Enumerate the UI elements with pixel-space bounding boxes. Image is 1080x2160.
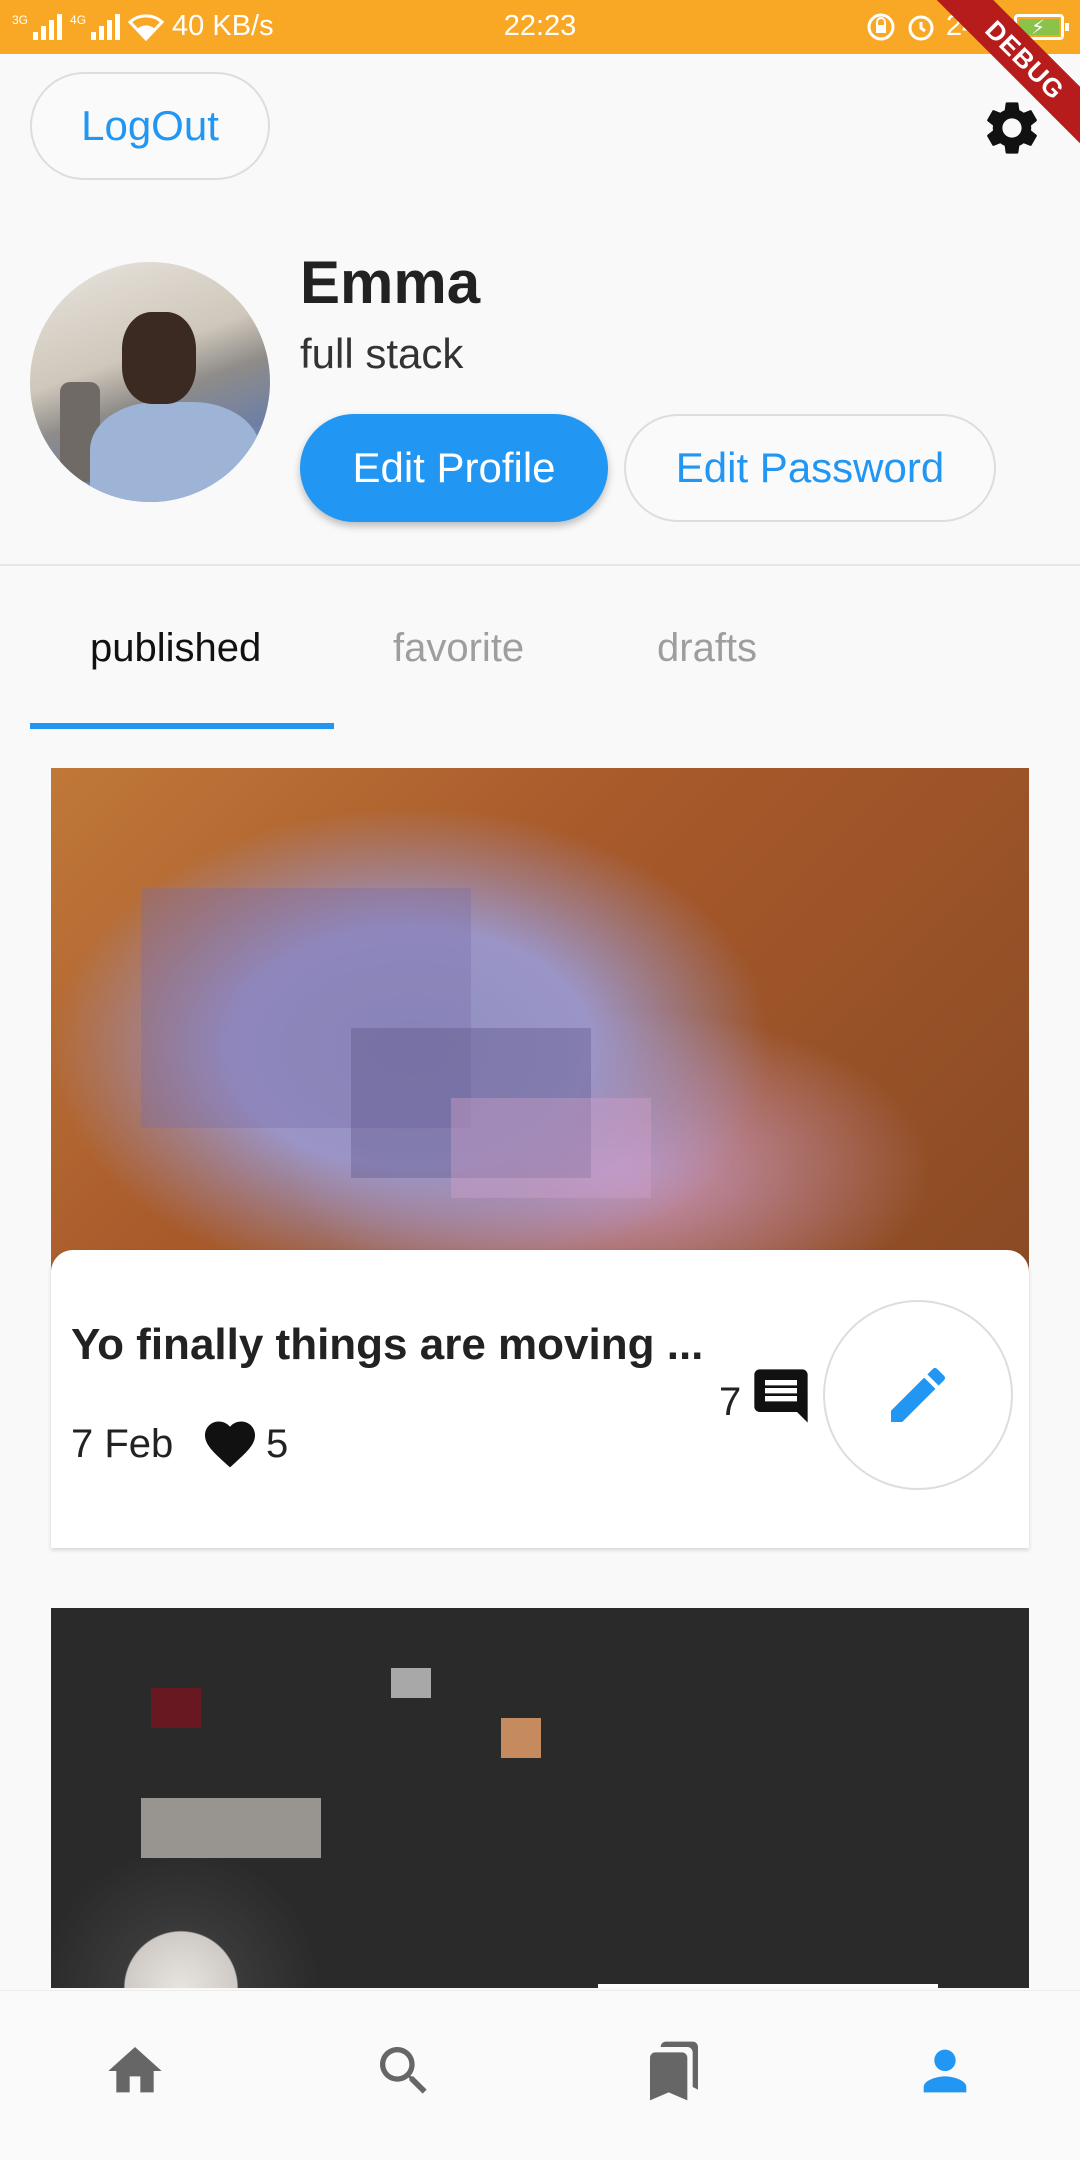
- tab-published[interactable]: published: [90, 626, 261, 671]
- edit-post-button[interactable]: [823, 1300, 1013, 1490]
- tab-favorite[interactable]: favorite: [393, 626, 524, 671]
- post-details: Yo finally things are moving ... 7 Feb 5…: [51, 1250, 1029, 1548]
- user-role: full stack: [300, 330, 464, 377]
- post-image[interactable]: [51, 1608, 1029, 1988]
- post-image[interactable]: [51, 768, 1029, 1288]
- nav-home[interactable]: [95, 2031, 175, 2111]
- edit-password-button[interactable]: Edit Password: [624, 414, 996, 522]
- edit-profile-button[interactable]: Edit Profile: [300, 414, 608, 522]
- home-indicator: [598, 1984, 938, 1988]
- comment-count: 7: [719, 1380, 742, 1424]
- post-card[interactable]: [51, 1608, 1029, 1990]
- post-title[interactable]: Yo finally things are moving ...: [71, 1320, 703, 1370]
- person-icon: [923, 2049, 967, 2093]
- home-icon: [108, 2047, 162, 2093]
- tab-indicator: [30, 723, 334, 729]
- user-name: Emma: [300, 249, 481, 316]
- status-bar: 3G 4G 40 KB/s 22:23 24% ⚡: [0, 0, 1080, 54]
- bottom-navigation: [0, 1990, 1080, 2160]
- nav-profile[interactable]: [905, 2031, 985, 2111]
- alarm-icon: [908, 15, 934, 40]
- post-card[interactable]: Yo finally things are moving ... 7 Feb 5…: [51, 768, 1029, 1548]
- nav-bookmarks[interactable]: [634, 2031, 714, 2111]
- post-date: 7 Feb: [71, 1422, 174, 1466]
- comment-icon[interactable]: [749, 1364, 813, 1428]
- bookmarks-icon: [650, 2041, 698, 2101]
- heart-icon[interactable]: [199, 1414, 261, 1474]
- tab-drafts[interactable]: drafts: [657, 626, 757, 671]
- like-count: 5: [266, 1422, 289, 1466]
- nav-search[interactable]: [364, 2031, 444, 2111]
- clock: 22:23: [503, 10, 577, 42]
- search-icon: [380, 2047, 427, 2094]
- logout-button[interactable]: LogOut: [30, 72, 270, 180]
- pencil-icon: [891, 1367, 946, 1422]
- lock-rotation-icon: [867, 13, 895, 40]
- divider: [0, 564, 1080, 566]
- avatar[interactable]: [30, 262, 270, 502]
- gear-icon[interactable]: [980, 96, 1044, 160]
